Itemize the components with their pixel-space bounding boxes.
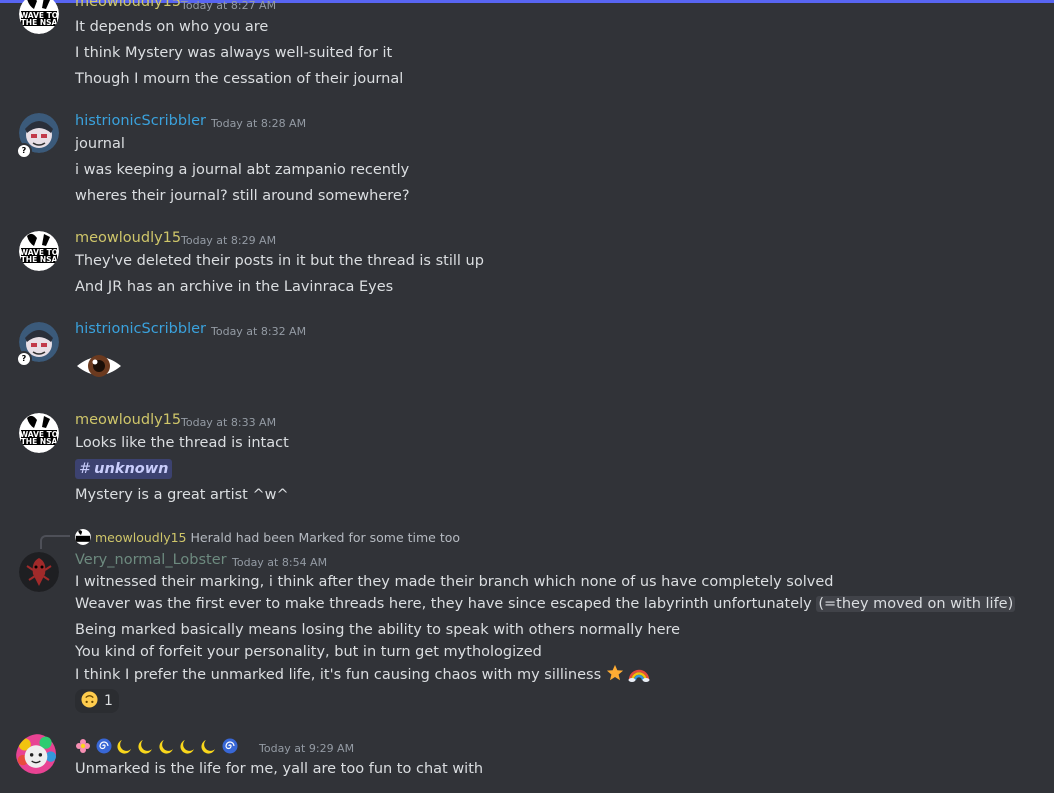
message-text: journal xyxy=(75,136,125,152)
eye-emoji-icon xyxy=(75,346,123,386)
moon-icon xyxy=(201,738,217,758)
timestamp: Today at 8:29 AM xyxy=(181,234,277,247)
avatar[interactable] xyxy=(19,552,59,592)
author-name[interactable]: meowloudly15 xyxy=(75,0,181,10)
upside-down-face-icon xyxy=(81,690,98,712)
message-text: i was keeping a journal abt zampanio rec… xyxy=(75,162,410,178)
channel-name: unknown xyxy=(94,461,169,477)
timestamp: Today at 9:29 AM xyxy=(259,742,355,755)
inline-code: (=they moved on with life) xyxy=(816,596,1016,612)
timestamp: Today at 8:28 AM xyxy=(211,117,307,130)
message-text: I think I prefer the unmarked life, it's… xyxy=(75,664,650,688)
message-text: You kind of forfeit your personality, bu… xyxy=(75,644,542,660)
reply-avatar xyxy=(75,529,91,545)
reaction-button[interactable]: 1 xyxy=(75,689,119,713)
star-emoji-icon xyxy=(606,664,624,688)
svg-text:THE NSA: THE NSA xyxy=(21,437,58,446)
timestamp: Today at 8:27 AM xyxy=(181,0,277,12)
reply-author[interactable]: meowloudly15 xyxy=(95,530,187,545)
message-text: Being marked basically means losing the … xyxy=(75,622,681,638)
message-text-part: I think I prefer the unmarked life, it's… xyxy=(75,667,602,683)
timestamp: Today at 8:54 AM xyxy=(232,556,328,569)
display-name-emoji[interactable] xyxy=(75,738,238,758)
author-name[interactable]: meowloudly15 xyxy=(75,412,181,428)
message-text: Weaver was the first ever to make thread… xyxy=(75,594,1016,614)
timestamp: Today at 8:32 AM xyxy=(211,325,307,338)
channel-mention-link[interactable]: # unknown xyxy=(75,459,173,479)
message-text: And JR has an archive in the Lavinraca E… xyxy=(75,279,394,295)
message-text: Mystery is a great artist ^w^ xyxy=(75,487,289,503)
avatar[interactable] xyxy=(16,734,62,780)
svg-text:THE NSA: THE NSA xyxy=(21,255,58,264)
reply-text: Herald had been Marked for some time too xyxy=(190,530,461,545)
message-text-part: Weaver was the first ever to make thread… xyxy=(75,596,812,612)
question-badge-icon: ? xyxy=(16,143,32,159)
moon-icon xyxy=(138,738,154,758)
message-text: It depends on who you are xyxy=(75,19,269,35)
timestamp: Today at 8:33 AM xyxy=(181,416,277,429)
author-name[interactable]: Very_normal_Lobster xyxy=(75,552,227,568)
moon-icon xyxy=(117,738,133,758)
message-text: wheres their journal? still around somew… xyxy=(75,188,410,204)
message-text: I witnessed their marking, i think after… xyxy=(75,574,834,590)
reply-connector xyxy=(40,535,70,549)
avatar[interactable]: WAVE TO THE NSA xyxy=(19,231,59,271)
reply-preview[interactable]: meowloudly15 Herald had been Marked for s… xyxy=(75,529,460,545)
spiral-icon xyxy=(222,738,238,758)
author-name[interactable]: meowloudly15 xyxy=(75,230,181,246)
moon-icon xyxy=(159,738,175,758)
reaction-count: 1 xyxy=(104,693,113,709)
message-text: Unmarked is the life for me, yall are to… xyxy=(75,761,484,777)
hash-icon: # xyxy=(79,461,92,477)
rainbow-emoji-icon xyxy=(628,664,650,688)
message-list[interactable]: WAVE TO THE NSA meowloudly15 Today at 8:… xyxy=(0,0,1054,793)
message-text: I think Mystery was always well-suited f… xyxy=(75,45,393,61)
question-badge-icon: ? xyxy=(16,351,32,367)
avatar[interactable]: WAVE TO THE NSA xyxy=(19,413,59,453)
flower-icon xyxy=(75,738,91,758)
spiral-icon xyxy=(96,738,112,758)
author-name[interactable]: histrionicScribbler xyxy=(75,321,206,337)
avatar[interactable]: WAVE TO THE NSA xyxy=(19,0,59,34)
message-text: Though I mourn the cessation of their jo… xyxy=(75,71,404,87)
svg-text:THE NSA: THE NSA xyxy=(21,18,58,27)
author-name[interactable]: histrionicScribbler xyxy=(75,113,206,129)
moon-icon xyxy=(180,738,196,758)
message-text: They've deleted their posts in it but th… xyxy=(75,253,484,269)
message-text: Looks like the thread is intact xyxy=(75,435,289,451)
